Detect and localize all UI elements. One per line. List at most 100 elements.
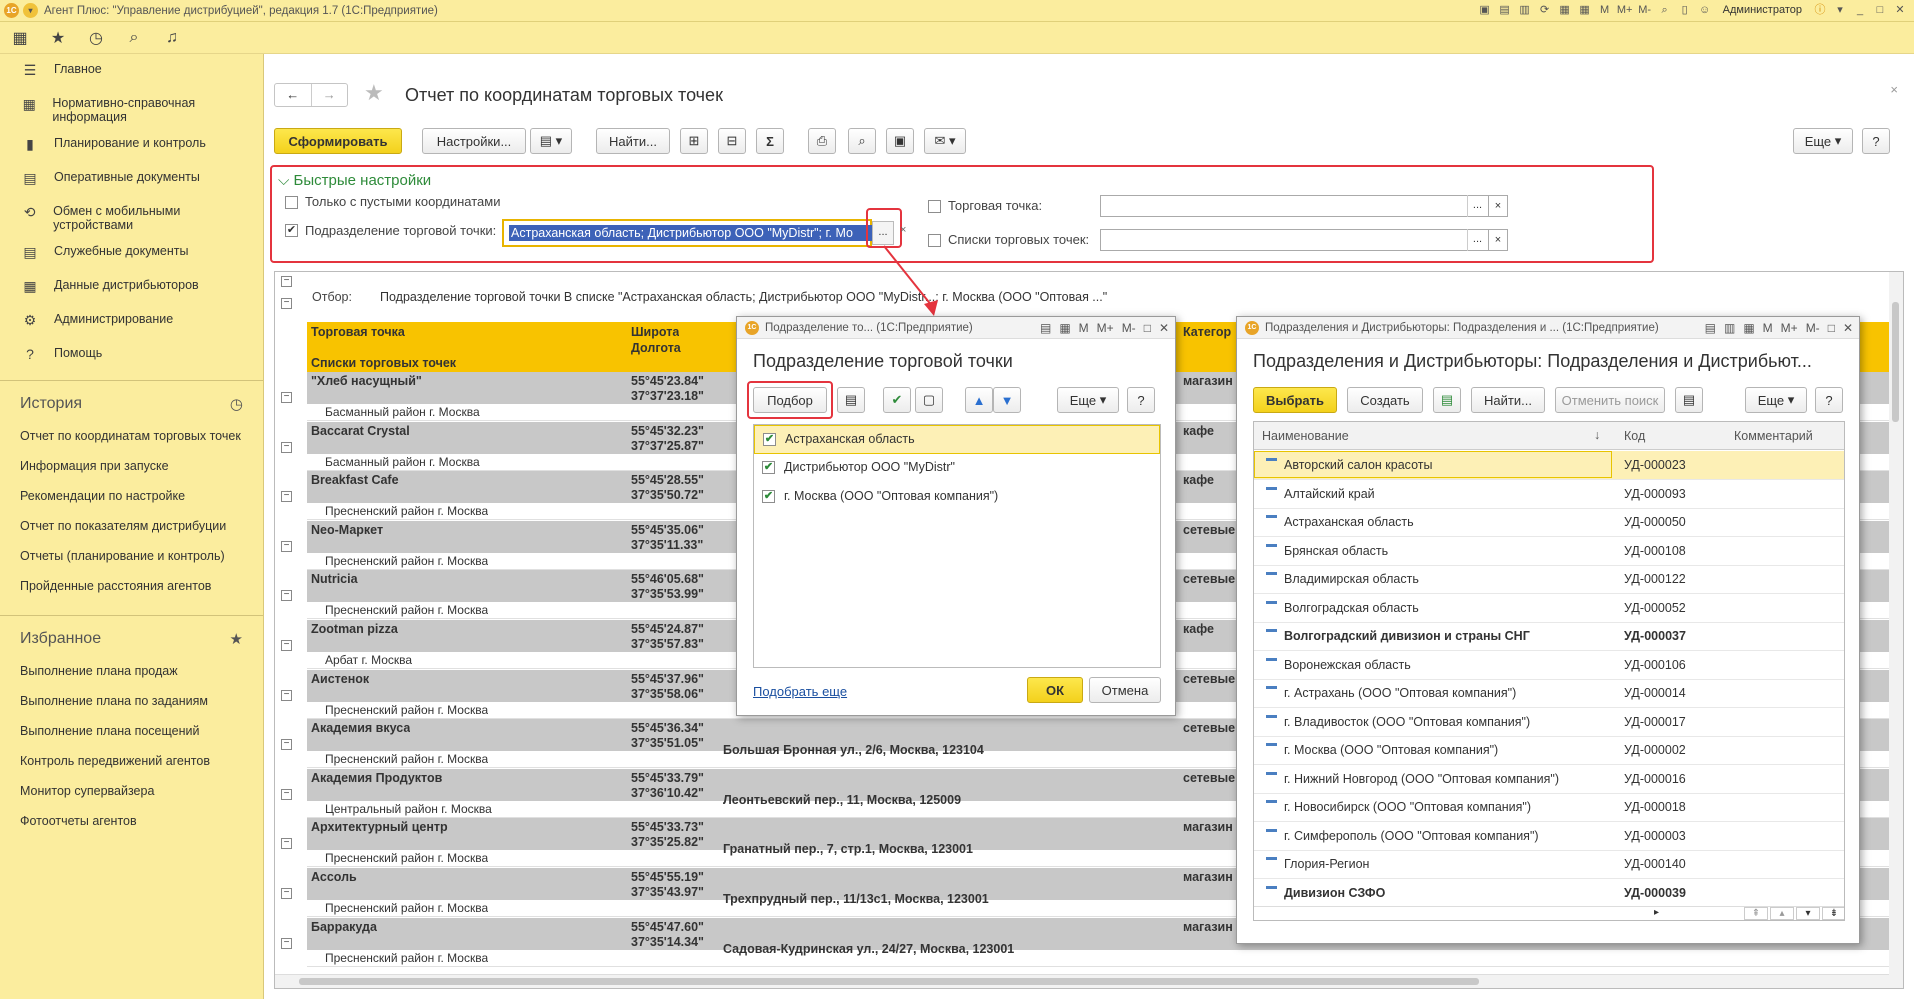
list-settings-icon[interactable]: ▤ [1675, 387, 1703, 413]
select-button[interactable]: Выбрать [1253, 387, 1337, 413]
collapse-row-icon[interactable]: − [281, 491, 292, 503]
user-name[interactable]: Администратор [1723, 4, 1802, 16]
history-item[interactable]: Отчеты (планирование и контроль) [0, 541, 263, 571]
history-icon[interactable]: ⟳ [1537, 2, 1553, 18]
collapse-group-icon[interactable]: − [281, 298, 292, 309]
m-icon[interactable]: M [1763, 321, 1773, 335]
email-dropdown-icon[interactable]: ✉ ▾ [924, 128, 966, 154]
table-row[interactable]: Алтайский край УД-000093 [1254, 480, 1844, 509]
division-list[interactable]: ✔ Астраханская область ✔ Дистрибьютор ООО "… [753, 424, 1161, 668]
table-row[interactable]: Авторский салон красоты УД-000023 [1254, 451, 1844, 480]
copy-item-icon[interactable]: ▤ [1433, 387, 1461, 413]
paste-icon[interactable]: ▤ [837, 387, 865, 413]
collapse-row-icon[interactable]: − [281, 788, 292, 800]
scroll-last-icon[interactable]: ⇟ [1822, 907, 1844, 920]
check-all-icon[interactable]: ✔ [883, 387, 911, 413]
table-row[interactable]: г. Москва (ООО "Оптовая компания") УД-000… [1254, 736, 1844, 765]
back-arrow-icon[interactable]: ← [275, 84, 312, 106]
dialog1-more-button[interactable]: Еще ▾ [1057, 387, 1119, 413]
scroll-up-icon[interactable]: ▴ [1770, 907, 1794, 920]
outlet-checkbox[interactable] [928, 200, 941, 213]
m-icon[interactable]: M [1079, 321, 1089, 335]
favorites-star-icon[interactable]: ★ [230, 630, 243, 648]
collapse-row-icon[interactable]: − [281, 739, 292, 751]
division-list-item[interactable]: ✔ г. Москва (ООО "Оптовая компания") [754, 483, 1160, 512]
collapse-row-icon[interactable]: − [281, 590, 292, 602]
menu-icon[interactable]: ▾ [1832, 2, 1848, 18]
copy-icon[interactable]: ▤ [1040, 321, 1051, 335]
outlet-field[interactable] [1100, 195, 1508, 217]
outlet-lists-select-button[interactable]: ... [1467, 229, 1487, 251]
panel-icon[interactable]: ▯ [1677, 2, 1693, 18]
table-row[interactable]: г. Симферополь (ООО "Оптовая компания") У… [1254, 822, 1844, 851]
item-checkbox[interactable]: ✔ [762, 490, 775, 503]
preview-icon[interactable]: ⌕ [848, 128, 876, 154]
generate-button[interactable]: Сформировать [274, 128, 402, 154]
favorite-item[interactable]: Монитор супервайзера [0, 776, 263, 806]
history-clock-icon[interactable]: ◷ [230, 395, 243, 413]
history-clock-icon[interactable]: ◷ [86, 28, 106, 48]
table-row[interactable]: Дивизион СЗФО УД-000039 [1254, 879, 1844, 908]
sum-icon[interactable]: Σ [756, 128, 784, 154]
print-icon[interactable]: ▤ [1497, 2, 1513, 18]
move-up-icon[interactable]: ▲ [965, 387, 993, 413]
favorite-star-icon[interactable]: ★ [364, 80, 384, 106]
horizontal-scrollbar[interactable] [275, 974, 1903, 988]
forward-arrow-icon[interactable]: → [312, 84, 348, 106]
zoom-icon[interactable]: ⌕ [1657, 2, 1673, 18]
pick-button[interactable]: Подбор [753, 387, 827, 413]
collapse-row-icon[interactable]: − [281, 689, 292, 701]
mplus-icon[interactable]: M+ [1781, 321, 1798, 335]
table-row[interactable]: Воронежская область УД-000106 [1254, 651, 1844, 680]
more-button[interactable]: Еще ▾ [1793, 128, 1853, 154]
maximize-icon[interactable]: □ [1872, 2, 1888, 18]
quick-settings-toggle[interactable]: ⌵ Быстрые настройки [278, 172, 431, 189]
close-form-icon[interactable]: × [1890, 82, 1898, 97]
variant-dropdown-button[interactable]: ▤ ▾ [530, 128, 572, 154]
favorite-item[interactable]: Выполнение плана посещений [0, 716, 263, 746]
dialog1-help-button[interactable]: ? [1127, 387, 1155, 413]
sidebar-item[interactable]: ▦ Данные дистрибьюторов [0, 272, 263, 306]
collapse-row-icon[interactable]: − [281, 937, 292, 949]
sidebar-item[interactable]: ⚙ Администрирование [0, 306, 263, 340]
item-checkbox[interactable]: ✔ [763, 433, 776, 446]
pick-more-link[interactable]: Подобрать еще [753, 684, 847, 699]
uncheck-all-icon[interactable]: ▢ [915, 387, 943, 413]
close-icon[interactable]: ✕ [1159, 321, 1169, 335]
col-comment-header[interactable]: Комментарий [1734, 429, 1813, 443]
outlet-lists-clear-icon[interactable]: × [1488, 229, 1508, 251]
sidebar-item[interactable]: ? Помощь [0, 340, 263, 374]
sidebar-item[interactable]: ▦ Нормативно-справочная информация [0, 90, 263, 130]
outlet-lists-field[interactable] [1100, 229, 1508, 251]
table-row[interactable]: Волгоградский дивизион и страны СНГ УД-00… [1254, 622, 1844, 651]
bell-icon[interactable]: ♫ [162, 29, 182, 47]
col-name-header[interactable]: Наименование [1262, 429, 1349, 443]
table-row[interactable]: Волгоградская область УД-000052 [1254, 594, 1844, 623]
ok-button[interactable]: ОК [1027, 677, 1083, 703]
copy-icon[interactable]: ▤ [1705, 321, 1716, 335]
collapse-row-icon[interactable]: − [281, 392, 292, 403]
m-icon[interactable]: M [1597, 2, 1613, 18]
vertical-scrollbar[interactable] [1889, 272, 1903, 976]
sidebar-item[interactable]: ▤ Оперативные документы [0, 164, 263, 198]
sidebar-item[interactable]: ☰ Главное [0, 56, 263, 90]
table-row[interactable]: г. Новосибирск (ООО "Оптовая компания") У… [1254, 793, 1844, 822]
collapse-row-icon[interactable]: − [281, 838, 292, 850]
favorite-item[interactable]: Выполнение плана продаж [0, 656, 263, 686]
divisions-table[interactable]: Наименование ↓ Код Комментарий Авторский… [1253, 421, 1845, 921]
history-item[interactable]: Пройденные расстояния агентов [0, 571, 263, 601]
create-button[interactable]: Создать [1347, 387, 1423, 413]
table-row[interactable]: г. Астрахань (ООО "Оптовая компания") УД-… [1254, 679, 1844, 708]
calendar-icon[interactable]: ▦ [1743, 321, 1754, 335]
info-icon[interactable]: ⓘ [1812, 2, 1828, 18]
collapse-row-icon[interactable]: − [281, 888, 292, 899]
mminus-icon[interactable]: M- [1122, 321, 1136, 335]
maximize-icon[interactable]: □ [1144, 321, 1151, 335]
find-button[interactable]: Найти... [596, 128, 670, 154]
collapse-row-icon[interactable]: − [281, 640, 292, 651]
item-checkbox[interactable]: ✔ [762, 461, 775, 474]
favorites-star-icon[interactable]: ★ [48, 28, 68, 48]
division-list-item[interactable]: ✔ Астраханская область [754, 425, 1160, 454]
close-icon[interactable]: ✕ [1843, 321, 1853, 335]
mminus-icon[interactable]: M- [1806, 321, 1820, 335]
